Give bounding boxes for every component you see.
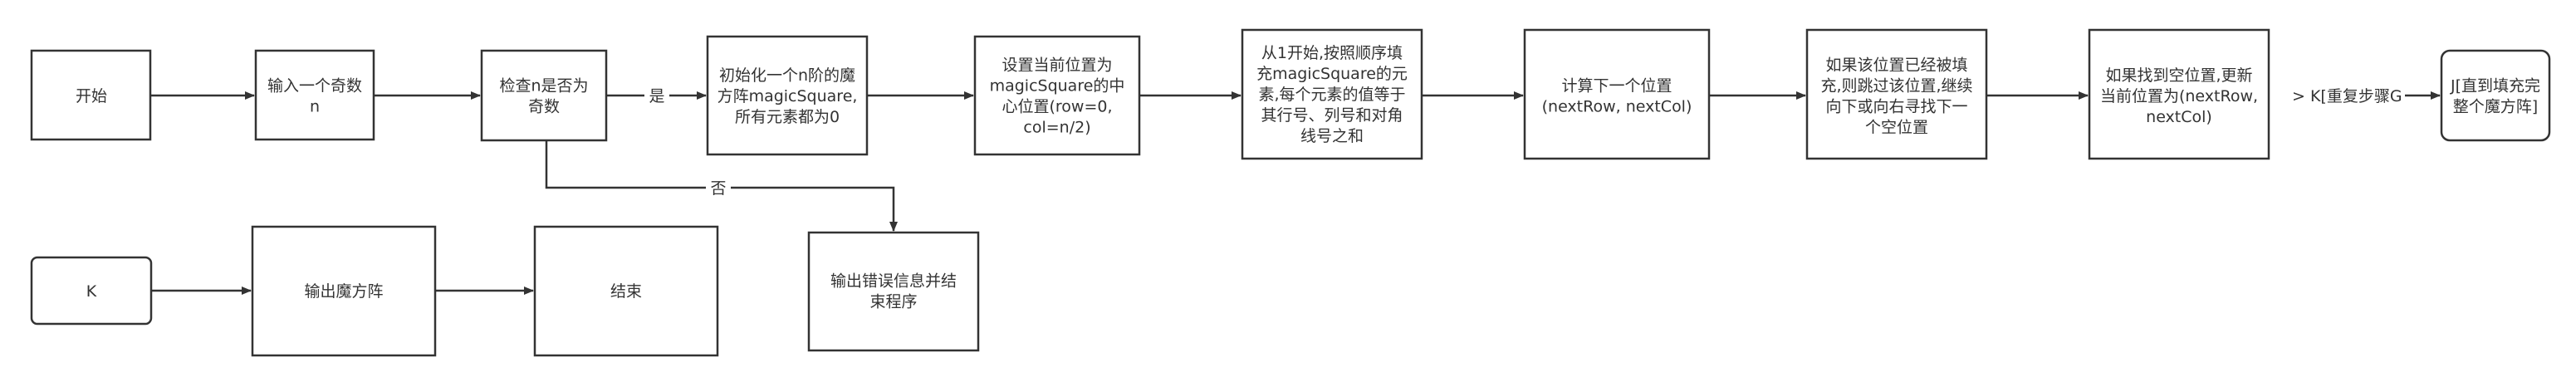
node-error-exit (807, 231, 980, 352)
node-text-line: 从1开始,按照顺序填 (1261, 44, 1403, 62)
node-set-center (973, 35, 1141, 156)
edge-label-repeat: > K[重复步骤G (2292, 87, 2402, 105)
node-text-line: 线号之和 (1300, 127, 1364, 145)
node-text-line: 个空位置 (1865, 119, 1928, 137)
node-text-line: magicSquare的中 (990, 77, 1125, 96)
node-until-done (2440, 49, 2551, 142)
node-output-square-text: 输出魔方阵 (304, 282, 383, 301)
node-text-line: 充magicSquare的元 (1256, 65, 1408, 83)
node-text-line: 如果该位置已经被填 (1825, 56, 1967, 75)
node-text-line: (nextRow, nextCol) (1542, 98, 1692, 116)
node-text-line: 开始 (76, 87, 107, 105)
node-text-line: col=n/2) (1023, 119, 1090, 137)
node-k-text: K (86, 282, 97, 301)
node-input-n (254, 49, 375, 141)
node-text-line: 输入一个奇数 (267, 77, 362, 96)
node-text-line: 方阵magicSquare, (717, 87, 858, 105)
node-init-square-text: 初始化一个n阶的魔方阵magicSquare, 所有元素都为0 (717, 66, 858, 126)
node-text-line: 输出错误信息并结 (830, 272, 957, 291)
node-text-line: J[直到填充完 (2450, 77, 2540, 96)
edge-label-no: 否 (710, 179, 726, 198)
edge-label-yes: 是 (649, 87, 664, 105)
node-text-line: n (310, 98, 320, 116)
node-text-line: 心位置(row=0, (1002, 98, 1112, 116)
node-text-line: 计算下一个位置 (1561, 77, 1672, 96)
node-text-line: 设置当前位置为 (1002, 56, 1112, 75)
node-text-line: 结束 (610, 282, 642, 301)
node-text-line: 素,每个元素的值等于 (1258, 86, 1405, 104)
node-text-line: K (86, 282, 97, 301)
node-text-line: 整个魔方阵] (2453, 98, 2538, 116)
node-text-line: 输出魔方阵 (304, 282, 383, 301)
node-end-text: 结束 (610, 282, 642, 301)
node-check-odd (480, 49, 608, 142)
node-start-text: 开始 (76, 87, 107, 105)
node-text-line: 奇数 (528, 98, 560, 116)
node-text-line: 束程序 (869, 293, 917, 311)
node-text-line: nextCol) (2146, 108, 2212, 126)
node-text-line: 当前位置为(nextRow, (2100, 87, 2258, 105)
node-text-line: 所有元素都为0 (735, 108, 840, 126)
node-text-line: 初始化一个n阶的魔 (719, 66, 855, 85)
node-text-line: 向下或向右寻找下一 (1825, 98, 1967, 116)
flowchart: 是 否 > K[重复步骤G 开始 输入一个奇数 n 检查n是否为奇数 初始化一个n… (30, 28, 2551, 357)
node-text-line: 其行号、列号和对角 (1261, 106, 1403, 125)
node-text-line: 充,则跳过该位置,继续 (1820, 77, 1972, 96)
node-text-line: 检查n是否为 (499, 77, 588, 96)
node-text-line: 如果找到空位置,更新 (2105, 66, 2252, 85)
